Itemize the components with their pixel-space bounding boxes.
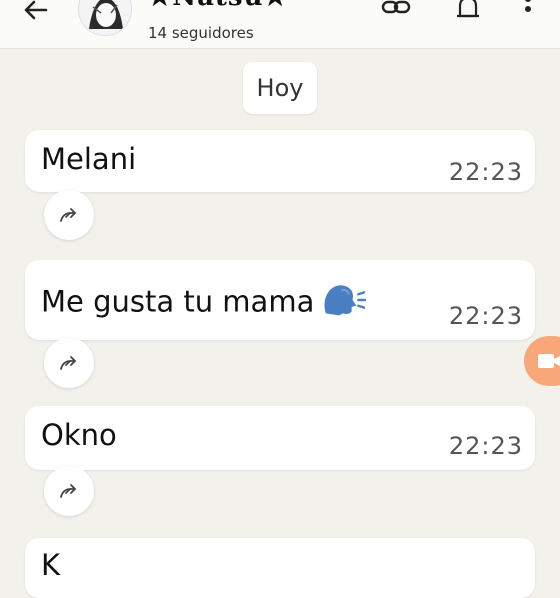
forward-icon [60,484,77,498]
link-icon[interactable] [380,0,412,24]
message-text: Me gusta tu mama [41,280,367,327]
message-text: Okno [41,418,117,452]
more-vert-icon[interactable] [514,0,546,24]
back-arrow-icon[interactable] [18,0,54,28]
bell-icon[interactable] [452,0,484,24]
message-bubble[interactable]: K [25,538,535,598]
video-call-icon [538,354,560,368]
forward-button[interactable] [44,338,94,388]
message-time: 22:23 [448,432,523,460]
message-bubble[interactable]: Okno 22:23 [25,406,535,470]
channel-name[interactable]: ★Natsu★ [148,0,288,12]
forward-button[interactable] [44,466,94,516]
avatar-image [79,0,131,35]
channel-header: ★Natsu★ 14 seguidores [0,0,560,49]
date-divider: Hoy [243,62,317,114]
message-bubble[interactable]: Melani 22:23 [25,130,535,192]
forward-icon [60,208,77,222]
video-call-button[interactable] [524,336,560,386]
forward-icon [60,356,77,370]
message-bubble[interactable]: Me gusta tu mama 22:23 [25,260,535,340]
followers-count: 14 seguidores [148,24,254,42]
message-text: K [41,548,61,582]
message-text-content: Me gusta tu mama [41,284,315,319]
channel-avatar[interactable] [78,0,132,36]
speaking-head-icon [320,280,367,327]
message-time: 22:23 [448,302,523,330]
message-text: Melani [41,142,137,176]
message-time: 22:23 [448,158,523,186]
forward-button[interactable] [44,190,94,240]
